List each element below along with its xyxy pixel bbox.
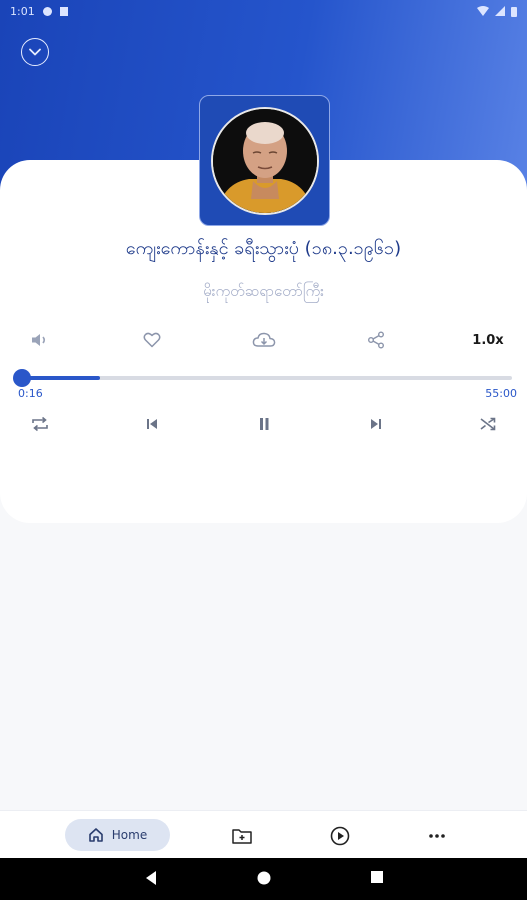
signal-icon xyxy=(495,6,505,16)
chevron-down-icon xyxy=(29,48,41,56)
sim-icon xyxy=(59,6,68,16)
heart-icon xyxy=(143,332,161,348)
download-button[interactable] xyxy=(250,326,278,354)
nav-library-tab[interactable] xyxy=(229,823,255,849)
action-row: 1.0x xyxy=(0,326,527,354)
nav-home-tab[interactable]: Home xyxy=(65,819,170,851)
share-button[interactable] xyxy=(362,326,390,354)
play-circle-icon xyxy=(330,826,350,846)
notification-icon xyxy=(42,6,52,16)
collapse-player-button[interactable] xyxy=(21,38,49,66)
track-title: ကျေးကောန်းနှင့် ခရီးသွားပုံ (၁၈.၃.၁၉၆၁) xyxy=(125,238,402,259)
folder-add-icon xyxy=(232,829,252,844)
home-icon xyxy=(88,828,103,842)
system-navigation-bar xyxy=(0,858,527,900)
playback-controls xyxy=(0,410,527,438)
progress-thumb[interactable] xyxy=(13,369,31,387)
recents-icon[interactable] xyxy=(370,870,384,884)
nav-more-tab[interactable] xyxy=(424,823,450,849)
repeat-icon xyxy=(32,416,48,432)
next-icon xyxy=(371,419,381,429)
volume-icon xyxy=(32,334,46,346)
pause-icon xyxy=(260,418,269,430)
playback-speed-button[interactable]: 1.0x xyxy=(468,326,508,354)
next-button[interactable] xyxy=(362,410,390,438)
shuffle-icon xyxy=(480,417,496,431)
volume-button[interactable] xyxy=(26,326,54,354)
previous-button[interactable] xyxy=(138,410,166,438)
back-icon[interactable] xyxy=(144,870,158,886)
pause-button[interactable] xyxy=(250,410,278,438)
previous-icon xyxy=(147,419,157,429)
bottom-navigation: Home xyxy=(0,810,527,858)
status-time: 1:01 xyxy=(10,4,35,18)
share-icon xyxy=(368,331,384,349)
status-bar: 1:01 xyxy=(0,0,527,22)
album-art xyxy=(199,95,330,226)
wifi-icon xyxy=(477,6,489,16)
cloud-download-icon xyxy=(252,332,276,347)
progress-fill xyxy=(22,376,101,380)
nav-player-tab[interactable] xyxy=(327,823,353,849)
nav-home-label: Home xyxy=(111,828,148,842)
total-time: 55:00 xyxy=(485,387,517,400)
more-icon xyxy=(429,834,445,838)
track-artist: မိုးကုတ်ဆရာတော်ကြီး xyxy=(203,282,324,300)
progress-bar[interactable] xyxy=(22,376,512,380)
current-time: 0:16 xyxy=(18,387,43,400)
battery-icon xyxy=(511,6,517,17)
favorite-button[interactable] xyxy=(138,326,166,354)
repeat-button[interactable] xyxy=(26,410,54,438)
artist-portrait xyxy=(210,106,319,215)
home-system-icon[interactable] xyxy=(256,870,272,886)
shuffle-button[interactable] xyxy=(474,410,502,438)
